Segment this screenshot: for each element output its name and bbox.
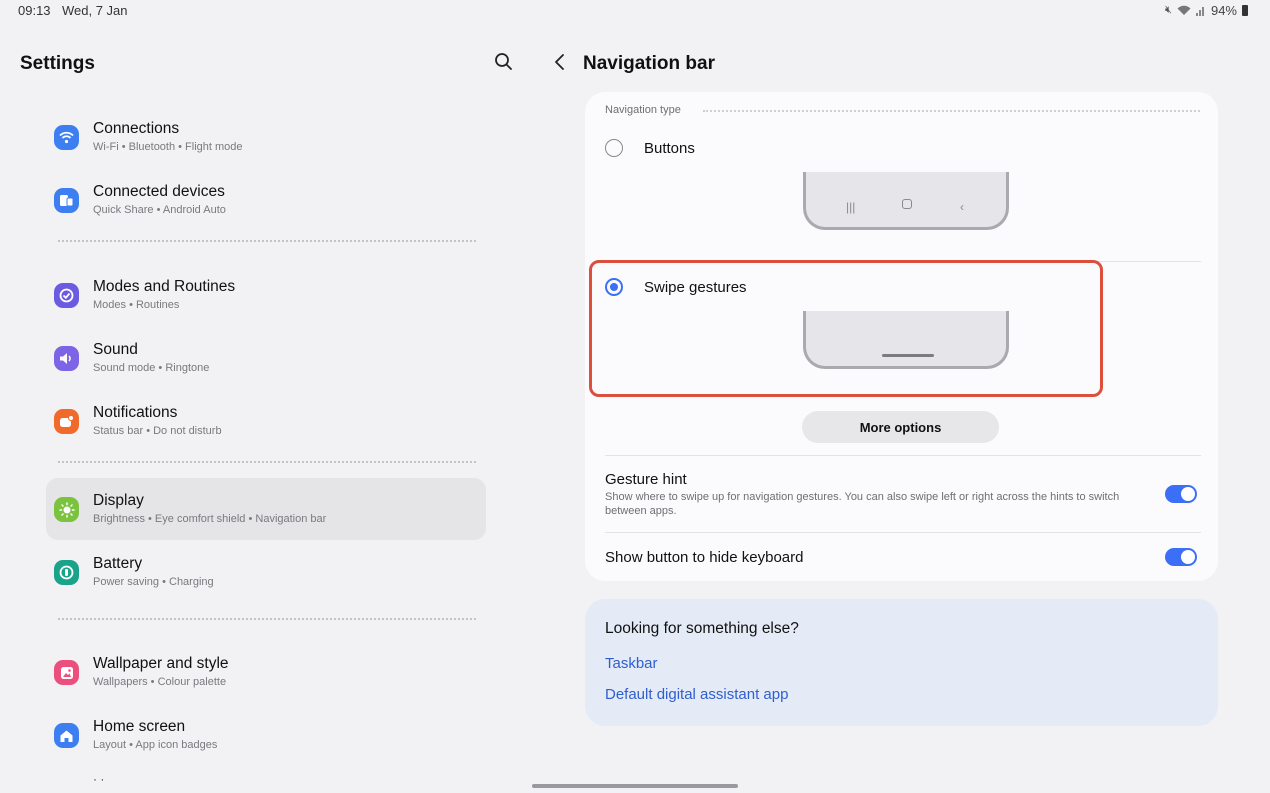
home-icon	[54, 723, 79, 748]
page-title: Navigation bar	[583, 53, 715, 74]
notification-icon	[54, 409, 79, 434]
back-nav-icon: ‹	[960, 200, 964, 214]
sidebar-item-subtitle: Sound mode • Ringtone	[93, 362, 210, 374]
section-divider	[703, 110, 1200, 112]
sidebar-item-modes-and-routines[interactable]: Modes and Routines Modes • Routines	[46, 264, 486, 326]
buttons-option-label[interactable]: Buttons	[644, 140, 695, 157]
check-circle-icon	[54, 283, 79, 308]
status-time: 09:13	[18, 3, 51, 18]
battery-percent: 94%	[1210, 3, 1237, 18]
sidebar-item-display[interactable]: Display Brightness • Eye comfort shield •…	[46, 478, 486, 540]
section-label: Navigation type	[605, 104, 687, 116]
sidebar-item-home-screen[interactable]: Home screen Layout • App icon badges	[46, 704, 486, 766]
looking-for-card: Looking for something else? Taskbar Defa…	[585, 599, 1218, 726]
sidebar-item-subtitle: Modes • Routines	[93, 299, 180, 311]
mute-icon: 🔇︎	[1165, 4, 1172, 16]
gesture-hint-title: Gesture hint	[605, 471, 687, 488]
sidebar-item-label: Notifications	[93, 404, 178, 421]
sidebar-item-wallpaper-and-style[interactable]: Wallpaper and style Wallpapers • Colour p…	[46, 641, 486, 703]
taskbar-link[interactable]: Taskbar	[605, 655, 658, 672]
status-bar: 09:13 Wed, 7 Jan 🔇︎ 94%	[0, 0, 1270, 22]
signal-icon	[1195, 7, 1204, 16]
sidebar-item-label: Wallpaper and style	[93, 655, 229, 672]
sidebar-item-label: Display	[93, 492, 144, 509]
sidebar-item-subtitle: Layout • App icon badges	[93, 739, 218, 751]
hide-keyboard-toggle[interactable]	[1165, 548, 1197, 566]
devices-icon	[54, 188, 79, 213]
hide-keyboard-title: Show button to hide keyboard	[605, 549, 804, 566]
sidebar-item-subtitle: Brightness • Eye comfort shield • Naviga…	[93, 513, 327, 525]
sidebar-item-sound[interactable]: Sound Sound mode • Ringtone	[46, 327, 486, 389]
sidebar-item-label: Sound	[93, 341, 138, 358]
sidebar-item-label: Connections	[93, 120, 180, 137]
battery-icon	[54, 560, 79, 585]
divider	[58, 240, 476, 242]
next-item-peek: · ·	[93, 772, 105, 786]
sidebar-item-subtitle: Status bar • Do not disturb	[93, 425, 222, 437]
looking-for-title: Looking for something else?	[605, 620, 799, 637]
sidebar-item-subtitle: Wallpapers • Colour palette	[93, 676, 227, 688]
back-button[interactable]	[550, 52, 572, 74]
wallpaper-icon	[54, 660, 79, 685]
highlight-annotation	[589, 260, 1103, 397]
separator	[605, 455, 1201, 456]
sidebar-item-subtitle: Power saving • Charging	[93, 576, 214, 588]
sidebar-item-label: Battery	[93, 555, 143, 572]
wifi-icon	[54, 125, 79, 150]
recents-icon: |||	[846, 200, 856, 214]
settings-title: Settings	[20, 53, 95, 74]
separator	[605, 532, 1201, 533]
sidebar-item-label: Home screen	[93, 718, 186, 735]
speaker-icon	[54, 346, 79, 371]
home-indicator[interactable]	[532, 784, 738, 788]
search-icon	[495, 53, 512, 70]
sidebar-item-label: Connected devices	[93, 183, 225, 200]
battery-status-icon	[1242, 5, 1248, 16]
gesture-hint-description: Show where to swipe up for navigation ge…	[605, 491, 1120, 517]
sidebar-item-connections[interactable]: Connections Wi-Fi • Bluetooth • Flight mo…	[46, 106, 486, 168]
status-icons: 🔇︎ 94%	[1165, 3, 1248, 18]
sidebar-item-subtitle: Wi-Fi • Bluetooth • Flight mode	[93, 141, 243, 153]
back-arrow-icon	[555, 54, 564, 70]
sidebar-item-subtitle: Quick Share • Android Auto	[93, 204, 226, 216]
search-button[interactable]	[494, 52, 516, 74]
buttons-preview[interactable]: ||| ‹	[803, 172, 1009, 230]
wifi-status-icon	[1177, 5, 1191, 15]
status-date: Wed, 7 Jan	[62, 3, 128, 18]
buttons-radio[interactable]	[605, 139, 623, 157]
home-button-icon	[902, 199, 912, 209]
more-options-button[interactable]: More options	[802, 411, 999, 443]
sidebar-item-battery[interactable]: Battery Power saving • Charging	[46, 541, 486, 603]
digital-assistant-link[interactable]: Default digital assistant app	[605, 686, 788, 703]
divider	[58, 461, 476, 463]
sidebar-item-notifications[interactable]: Notifications Status bar • Do not disturb	[46, 390, 486, 452]
divider	[58, 618, 476, 620]
sun-icon	[54, 497, 79, 522]
sidebar-item-connected-devices[interactable]: Connected devices Quick Share • Android A…	[46, 169, 486, 231]
sidebar-item-label: Modes and Routines	[93, 278, 236, 295]
gesture-hint-toggle[interactable]	[1165, 485, 1197, 503]
